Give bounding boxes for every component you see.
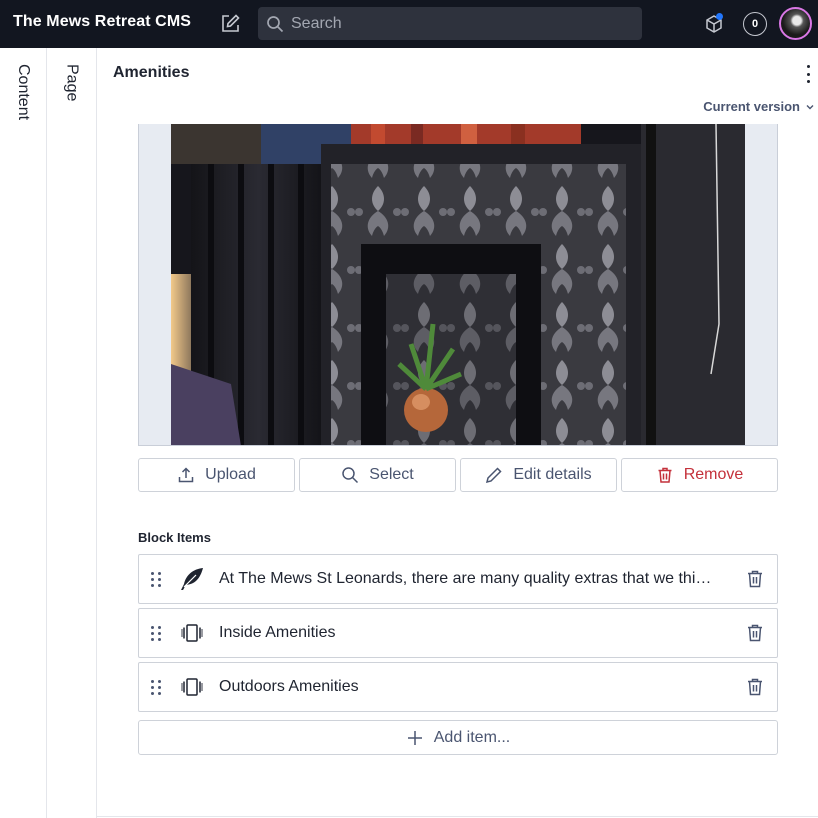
image-preview[interactable] <box>138 124 778 446</box>
block-items-list: At The Mews St Leonards, there are many … <box>138 554 778 755</box>
carousel-icon <box>178 619 206 647</box>
drag-handle-icon[interactable] <box>151 571 161 587</box>
edit-details-label: Edit details <box>513 466 592 483</box>
list-item[interactable]: At The Mews St Leonards, there are many … <box>138 554 778 604</box>
search-icon <box>342 467 359 484</box>
block-item-title: Inside Amenities <box>219 624 336 641</box>
block-item-title: Outdoors Amenities <box>219 678 359 695</box>
remove-button[interactable]: Remove <box>621 458 778 492</box>
drag-handle-icon[interactable] <box>151 625 161 641</box>
select-label: Select <box>369 466 414 483</box>
document-pane: Amenities Current version Upload Select … <box>97 48 818 818</box>
search-input[interactable] <box>291 14 621 33</box>
feather-icon <box>178 565 206 593</box>
notification-count-badge[interactable]: 0 <box>743 12 767 36</box>
add-item-button[interactable]: Add item... <box>138 720 778 755</box>
tab-content[interactable]: Content <box>0 48 47 818</box>
version-selector[interactable]: Current version <box>703 99 815 114</box>
block-item-title: At The Mews St Leonards, there are many … <box>219 570 712 587</box>
trash-icon[interactable] <box>746 569 764 589</box>
add-item-label: Add item... <box>433 728 511 746</box>
tab-content-label: Content <box>15 64 32 121</box>
list-item[interactable]: Inside Amenities <box>138 608 778 658</box>
user-avatar[interactable] <box>779 7 812 40</box>
more-options-icon[interactable] <box>803 65 813 83</box>
tab-page-label: Page <box>63 64 81 102</box>
plus-icon <box>407 730 422 745</box>
select-button[interactable]: Select <box>299 458 456 492</box>
top-navbar: The Mews Retreat CMS 0 <box>0 0 818 48</box>
version-label: Current version <box>703 99 800 114</box>
remove-label: Remove <box>683 466 744 483</box>
chevron-down-icon <box>806 104 814 109</box>
app-title[interactable]: The Mews Retreat CMS <box>13 13 191 31</box>
list-item[interactable]: Outdoors Amenities <box>138 662 778 712</box>
upload-icon <box>178 467 194 483</box>
trash-icon <box>658 467 672 483</box>
edit-details-button[interactable]: Edit details <box>460 458 617 492</box>
document-title: Amenities <box>113 64 190 81</box>
compose-icon[interactable] <box>219 13 241 35</box>
pencil-icon <box>486 467 502 484</box>
upload-button[interactable]: Upload <box>138 458 295 492</box>
carousel-icon <box>178 673 206 701</box>
amenities-photo <box>171 124 745 445</box>
notification-dot <box>716 13 723 20</box>
pane-divider <box>97 816 818 817</box>
drag-handle-icon[interactable] <box>151 679 161 695</box>
search-icon <box>267 15 284 32</box>
search-box[interactable] <box>258 7 642 40</box>
block-items-label: Block Items <box>138 530 211 545</box>
upload-label: Upload <box>205 466 256 483</box>
trash-icon[interactable] <box>746 677 764 697</box>
trash-icon[interactable] <box>746 623 764 643</box>
asset-actions: Upload Select Edit details Remove <box>138 458 778 492</box>
tab-page[interactable]: Page <box>47 48 97 818</box>
